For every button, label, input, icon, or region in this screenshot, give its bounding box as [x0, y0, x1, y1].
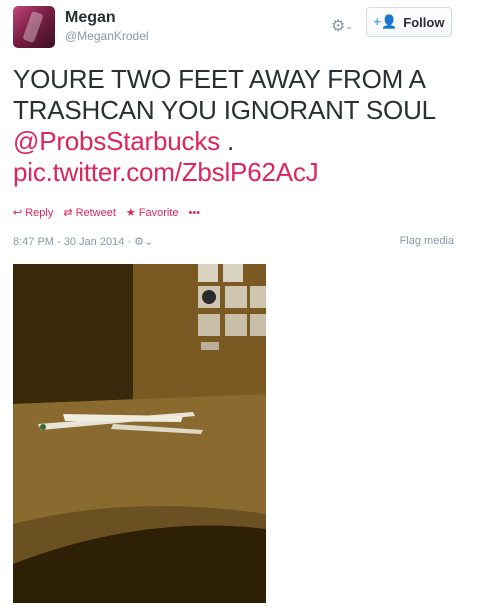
mention-link[interactable]: @ProbsStarbucks	[13, 126, 220, 156]
follow-label: Follow	[403, 14, 445, 30]
reply-label: Reply	[25, 206, 54, 219]
retweet-label: Retweet	[75, 206, 116, 219]
tweet-actions: ↩ Reply ⇄ Retweet ★ Favorite •••	[13, 206, 201, 220]
user-actions-dropdown[interactable]: ⚙⌄	[331, 16, 361, 36]
add-user-icon: +👤	[373, 14, 398, 29]
avatar[interactable]	[13, 6, 55, 48]
flag-media-link[interactable]: Flag media	[400, 235, 454, 247]
tweet-header: Megan @MeganKrodel ⚙⌄ +👤 Follow	[13, 6, 465, 52]
user-handle[interactable]: @MeganKrodel	[65, 29, 149, 43]
tweet-meta: 8:47 PM - 30 Jan 2014 · ⚙⌄	[13, 235, 153, 248]
reply-button[interactable]: ↩ Reply	[13, 206, 54, 220]
retweet-icon: ⇄	[63, 207, 73, 219]
tweet-text: YOURE TWO FEET AWAY FROM A TRASHCAN YOU …	[13, 64, 468, 188]
tweet-period: .	[219, 126, 234, 156]
favorite-label: Favorite	[138, 206, 179, 219]
star-icon: ★	[125, 207, 136, 219]
favorite-button[interactable]: ★ Favorite	[125, 206, 179, 220]
photo-scene	[13, 264, 266, 603]
chevron-down-icon: ⌄	[345, 21, 353, 31]
settings-icon[interactable]: ⚙⌄	[134, 236, 153, 248]
timestamp[interactable]: 8:47 PM - 30 Jan 2014 ·	[13, 236, 131, 248]
pic-link[interactable]: pic.twitter.com/ZbslP62AcJ	[13, 157, 468, 188]
retweet-button[interactable]: ⇄ Retweet	[63, 206, 116, 220]
tweet-photo[interactable]	[13, 264, 266, 603]
tweet-line-1: YOURE TWO FEET AWAY FROM A	[13, 64, 426, 94]
gear-icon: ⚙	[331, 18, 346, 35]
reply-icon: ↩	[13, 207, 23, 219]
follow-button[interactable]: +👤 Follow	[366, 7, 452, 37]
user-name[interactable]: Megan	[65, 9, 116, 27]
more-button[interactable]: •••	[189, 206, 201, 219]
tweet-line-2: TRASHCAN YOU IGNORANT SOUL	[13, 95, 436, 125]
